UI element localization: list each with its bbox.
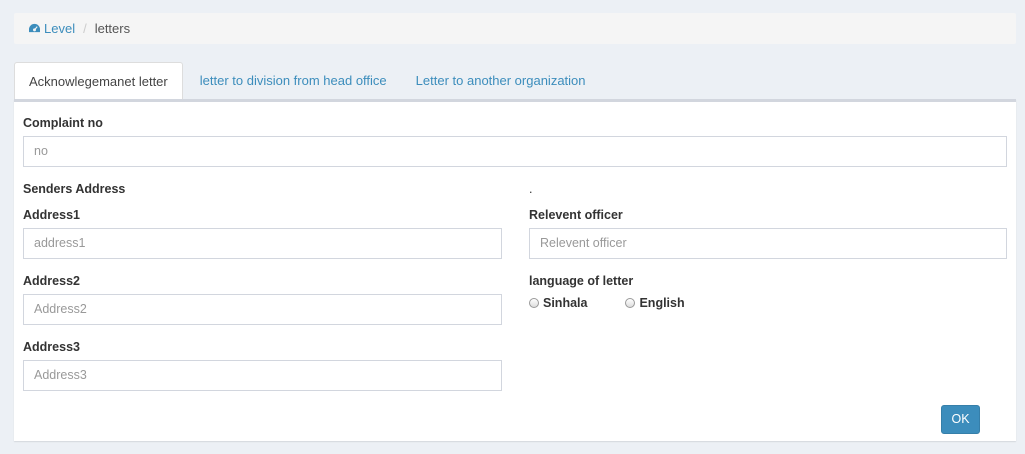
ok-button[interactable]: OK [941, 405, 980, 434]
radio-sinhala-label: Sinhala [543, 296, 588, 310]
radio-circle[interactable] [625, 298, 636, 308]
language-radio-group: Sinhala English [529, 296, 723, 310]
radio-english[interactable]: English [625, 296, 685, 310]
breadcrumb-current: letters [94, 21, 131, 36]
address1-label: Address1 [23, 208, 80, 222]
radio-english-label: English [639, 296, 685, 310]
tab-division-letter[interactable]: letter to division from head office [183, 62, 402, 100]
complaint-no-input[interactable]: no [23, 136, 1007, 167]
address1-input[interactable]: address1 [23, 228, 502, 259]
address3-input[interactable]: Address3 [23, 360, 502, 391]
breadcrumb-separator: / [83, 21, 87, 36]
breadcrumb-home-link[interactable]: Level [28, 21, 75, 36]
address2-input[interactable]: Address2 [23, 294, 502, 325]
address3-label: Address3 [23, 340, 80, 354]
breadcrumb: Level / letters [14, 13, 1016, 44]
breadcrumb-home-label: Level [44, 21, 76, 36]
tab-acknowledgement-letter[interactable]: Acknowlegemanet letter [14, 62, 183, 101]
complaint-no-label: Complaint no [23, 116, 103, 130]
relevent-officer-input[interactable]: Relevent officer [529, 228, 1007, 259]
dashboard-icon [29, 23, 40, 33]
address2-label: Address2 [23, 274, 80, 288]
letter-tabs: Acknowlegemanet letter letter to divisio… [14, 62, 600, 101]
tab-organization-letter[interactable]: Letter to another organization [402, 62, 600, 100]
relevent-officer-label: Relevent officer [529, 208, 623, 222]
senders-address-heading: Senders Address [23, 182, 126, 196]
letter-form-panel: Complaint no no Senders Address . Addres… [14, 99, 1016, 441]
radio-sinhala[interactable]: Sinhala [529, 296, 587, 310]
radio-circle[interactable] [529, 298, 539, 308]
dot-text: . [529, 182, 533, 196]
language-label: language of letter [529, 274, 634, 288]
